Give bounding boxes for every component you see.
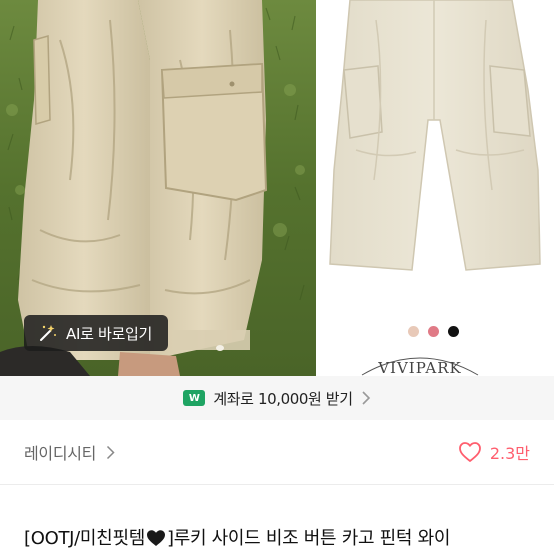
divider <box>0 484 554 485</box>
like-count: 2.3만 <box>489 444 530 463</box>
color-swatch-3 <box>448 326 459 337</box>
brand-logo: VIVIPARK <box>361 357 479 376</box>
product-flat-photo <box>316 0 554 376</box>
ai-try-on-button[interactable]: AI로 바로입기 <box>24 315 169 351</box>
account-reward-banner[interactable]: W 계좌로 10,000원 받기 <box>0 376 554 420</box>
chevron-right-icon <box>107 445 115 459</box>
shop-name: 레이디시티 <box>24 444 97 463</box>
color-swatch-2 <box>428 326 439 337</box>
product-title: [OOTJ/미친핏템 ]루키 사이드 비조 버튼 카고 핀턱 와이 <box>24 524 554 550</box>
black-heart-icon <box>146 530 165 546</box>
shop-row: 레이디시티 2.3만 <box>0 420 554 484</box>
shop-link[interactable]: 레이디시티 <box>24 440 115 464</box>
magic-wand-icon <box>40 325 56 341</box>
product-title-suffix: ]루키 사이드 비조 버튼 카고 핀턱 와이 <box>166 528 451 549</box>
product-title-prefix: [OOTJ/미친핏템 <box>24 528 145 549</box>
won-coupon-icon: W <box>183 390 206 406</box>
heart-outline-icon <box>458 442 481 462</box>
product-image-gallery[interactable]: AI로 바로입기 VIVIPARK <box>0 0 554 376</box>
color-swatches <box>408 326 459 337</box>
color-swatch-1 <box>408 326 419 337</box>
chevron-right-icon <box>362 391 370 405</box>
account-reward-label: 계좌로 10,000원 받기 <box>213 389 353 408</box>
ai-try-on-label: AI로 바로입기 <box>66 324 153 343</box>
svg-text:VIVIPARK: VIVIPARK <box>377 359 462 376</box>
like-button[interactable]: 2.3만 <box>458 440 530 464</box>
